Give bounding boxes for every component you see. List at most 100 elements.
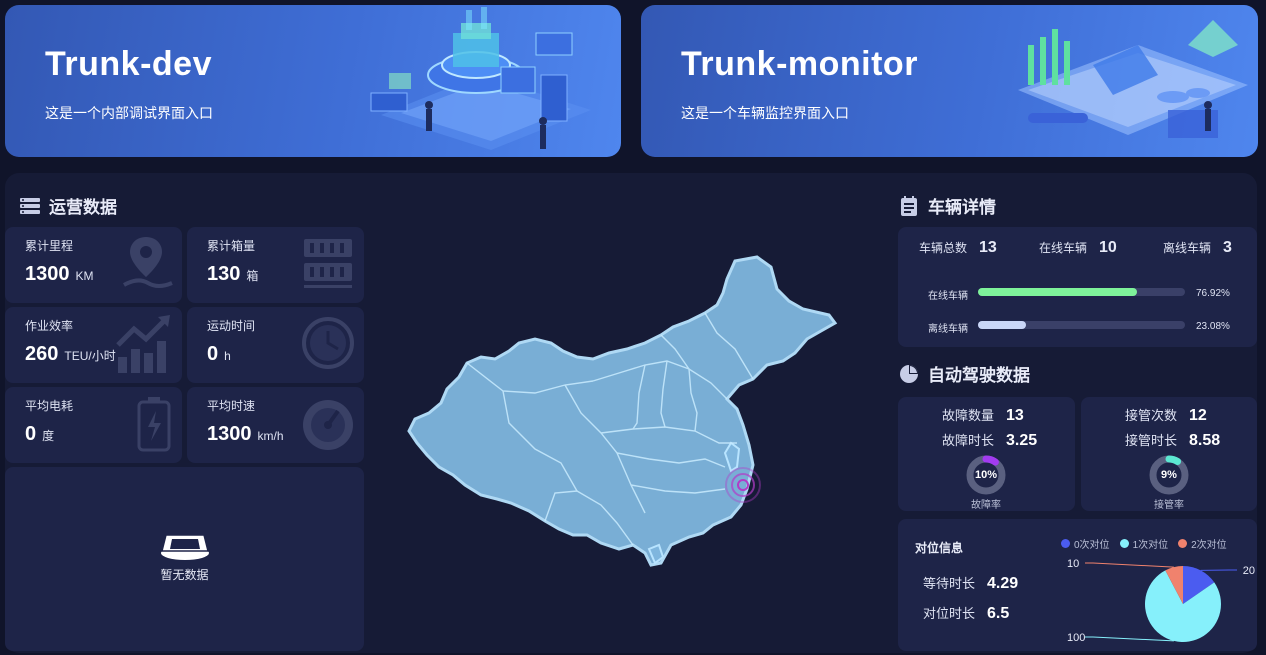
- stat-card-speed: 平均时速 1300 km/h: [187, 387, 364, 463]
- stat-label: 作业效率: [25, 319, 74, 333]
- legend-dot: [1119, 539, 1129, 548]
- china-map[interactable]: [405, 253, 845, 573]
- vehicle-total-value: 13: [979, 239, 997, 256]
- online-progress-fill: [978, 288, 1138, 296]
- pie-data-label-1: 100: [1067, 632, 1085, 644]
- stat-card-mileage: 累计里程 1300 KM: [5, 227, 182, 303]
- stat-card-containers: 累计箱量 130 箱: [187, 227, 364, 303]
- vehicle-detail-card: 车辆总数 13 在线车辆 10 离线车辆 3 在线车辆 76.92% 离线车辆 …: [898, 227, 1257, 347]
- stat-unit: km/h: [257, 429, 284, 443]
- vehicle-total-label: 车辆总数: [919, 241, 968, 255]
- server-list-icon: [20, 197, 40, 214]
- alignment-title: 对位信息: [915, 541, 964, 555]
- fault-count-value: 13: [1006, 407, 1024, 424]
- container-icon: [304, 239, 352, 288]
- takeover-duration-label: 接管时长: [1125, 433, 1178, 448]
- stat-label: 累计箱量: [207, 239, 256, 253]
- takeover-rate-value: 9%: [1161, 469, 1177, 481]
- vehicle-online-value: 10: [1099, 239, 1117, 256]
- offline-progress-fill: [978, 321, 1026, 329]
- stat-label: 平均时速: [207, 399, 256, 413]
- speedometer-icon: [303, 400, 353, 450]
- stat-label: 累计里程: [25, 239, 74, 253]
- clock-icon: [302, 317, 354, 369]
- takeover-count-value: 12: [1189, 407, 1207, 424]
- monitor-dashboard-illustration-icon: [1018, 20, 1248, 138]
- legend-dot: [1178, 539, 1188, 548]
- china-map-shape[interactable]: [407, 255, 838, 567]
- vehicle-offline: 离线车辆 3: [1163, 239, 1232, 257]
- takeover-count-label: 接管次数: [1125, 408, 1178, 423]
- offline-progress-bar: [978, 321, 1185, 329]
- offline-bar-label: 离线车辆: [928, 324, 968, 335]
- stat-card-power: 平均电耗 0度: [5, 387, 182, 463]
- pie-data-label-0: 20: [1243, 565, 1255, 577]
- trunk-monitor-subtitle: 这是一个车辆监控界面入口: [681, 105, 849, 121]
- stat-unit: KM: [75, 269, 94, 283]
- map-pin-icon: [123, 237, 173, 288]
- fault-rate-value: 10%: [975, 469, 998, 481]
- trunk-dev-subtitle: 这是一个内部调试界面入口: [45, 105, 213, 121]
- trunk-dev-title: Trunk-dev: [45, 45, 212, 83]
- autonomous-title-text: 自动驾驶数据: [928, 366, 1030, 385]
- vehicle-online-label: 在线车辆: [1039, 241, 1088, 255]
- autonomous-section-title: 自动驾驶数据: [898, 361, 1030, 386]
- operations-section-title: 运营数据: [19, 193, 117, 218]
- fault-duration-label: 故障时长: [942, 433, 995, 448]
- pie-leader-line-1: [1085, 636, 1174, 642]
- trunk-monitor-entry-card[interactable]: Trunk-monitor 这是一个车辆监控界面入口: [641, 5, 1258, 157]
- datacenter-illustration-icon: [370, 7, 591, 150]
- fault-card: 故障数量 13 故障时长 3.25 10% 故障率: [898, 397, 1075, 511]
- fault-rate-label: 故障率: [971, 500, 1001, 511]
- align-duration-label: 对位时长: [923, 606, 976, 621]
- empty-data-card: 暂无数据: [5, 467, 364, 651]
- stat-value: 1300: [25, 263, 70, 285]
- vehicle-title-text: 车辆详情: [928, 198, 996, 217]
- legend-dot: [1061, 539, 1070, 548]
- alignment-card: 对位信息 等待时长 4.29 对位时长 6.5 0次对位 1次对位 2次对位 2…: [898, 519, 1257, 651]
- stat-value: 260: [25, 343, 59, 365]
- calendar-list-icon: [901, 195, 917, 216]
- vehicle-section-title: 车辆详情: [898, 193, 996, 218]
- vehicle-offline-label: 离线车辆: [1163, 241, 1212, 255]
- stat-label: 平均电耗: [25, 399, 74, 413]
- wait-duration-label: 等待时长: [923, 576, 976, 591]
- takeover-rate-label: 接管率: [1154, 500, 1184, 511]
- takeover-duration-value: 8.58: [1189, 432, 1221, 449]
- stat-unit: TEU/小时: [64, 349, 116, 363]
- online-bar-percent: 76.92%: [1196, 288, 1230, 299]
- fault-count-label: 故障数量: [942, 408, 995, 423]
- battery-icon: [137, 397, 171, 452]
- pie-chart-icon: [900, 364, 918, 383]
- stat-value: 1300: [207, 423, 252, 445]
- vehicle-online: 在线车辆 10: [1039, 239, 1117, 257]
- online-progress-bar: [978, 288, 1185, 296]
- stat-value: 0: [207, 343, 219, 365]
- trunk-dev-entry-card[interactable]: Trunk-dev 这是一个内部调试界面入口: [5, 5, 621, 157]
- stat-value: 130: [207, 263, 241, 285]
- takeover-card: 接管次数 12 接管时长 8.58 9% 接管率: [1081, 397, 1257, 511]
- vehicle-total: 车辆总数 13: [919, 239, 997, 257]
- fault-duration-value: 3.25: [1006, 432, 1038, 449]
- pie-data-label-2: 10: [1067, 558, 1079, 570]
- wait-duration-value: 4.29: [987, 575, 1019, 592]
- align-duration-value: 6.5: [987, 605, 1010, 622]
- stat-unit: 度: [42, 429, 55, 443]
- vehicle-offline-value: 3: [1223, 239, 1232, 256]
- main-panel: 运营数据 累计里程 1300 KM 累计箱量 130 箱 作业效率 260 TEU/小…: [5, 173, 1257, 653]
- stat-card-efficiency: 作业效率 260 TEU/小时: [5, 307, 182, 383]
- alignment-pie-chart[interactable]: 20 100 10: [1063, 549, 1257, 649]
- stat-card-runtime: 运动时间 0h: [187, 307, 364, 383]
- trunk-monitor-title: Trunk-monitor: [681, 45, 918, 83]
- online-bar-label: 在线车辆: [928, 291, 968, 302]
- offline-bar-percent: 23.08%: [1196, 321, 1230, 332]
- stat-unit: h: [224, 349, 231, 363]
- stat-unit: 箱: [246, 269, 259, 283]
- stat-label: 运动时间: [207, 319, 256, 333]
- empty-data-text: 暂无数据: [160, 568, 209, 582]
- trend-chart-icon: [116, 315, 170, 373]
- empty-box-icon: [161, 534, 209, 560]
- pie-leader-line-2: [1085, 562, 1174, 568]
- operations-title-text: 运营数据: [49, 198, 117, 217]
- stat-value: 0: [25, 423, 37, 445]
